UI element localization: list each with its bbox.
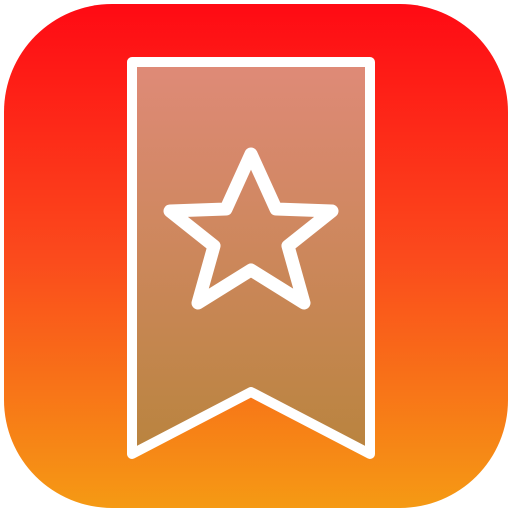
bookmark-ribbon	[127, 57, 375, 459]
canvas	[0, 0, 512, 512]
app-icon[interactable]	[4, 4, 508, 508]
bookmark-star-icon	[4, 4, 508, 508]
